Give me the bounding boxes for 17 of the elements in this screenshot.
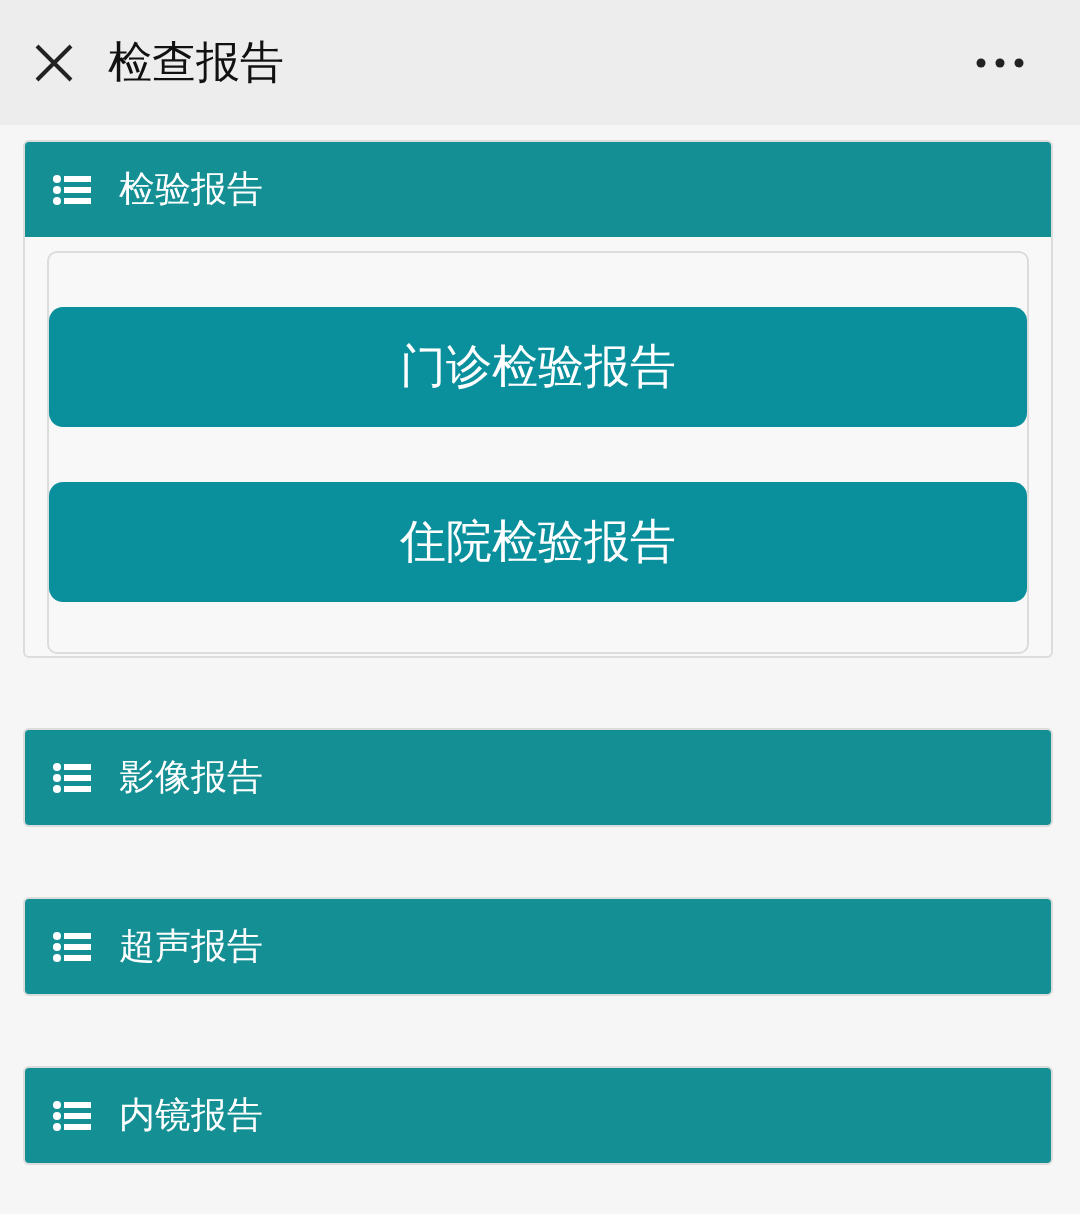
list-icon xyxy=(53,174,91,205)
list-icon xyxy=(53,931,91,962)
section-title: 超声报告 xyxy=(119,924,263,968)
section-header[interactable]: 超声报告 xyxy=(25,899,1051,994)
list-icon xyxy=(53,1100,91,1131)
section-header[interactable]: 影像报告 xyxy=(25,730,1051,825)
close-icon[interactable] xyxy=(34,42,74,83)
list-icon xyxy=(53,762,91,793)
report-button[interactable]: 住院检验报告 xyxy=(49,482,1027,602)
page-title: 检查报告 xyxy=(108,35,285,89)
more-icon[interactable] xyxy=(976,57,1024,68)
section-title: 影像报告 xyxy=(119,755,263,799)
section-header[interactable]: 检验报告 xyxy=(25,142,1051,237)
report-button[interactable]: 门诊检验报告 xyxy=(49,307,1027,427)
section-title: 内镜报告 xyxy=(119,1093,263,1137)
section-header[interactable]: 内镜报告 xyxy=(25,1068,1051,1163)
section-title: 检验报告 xyxy=(119,167,263,211)
